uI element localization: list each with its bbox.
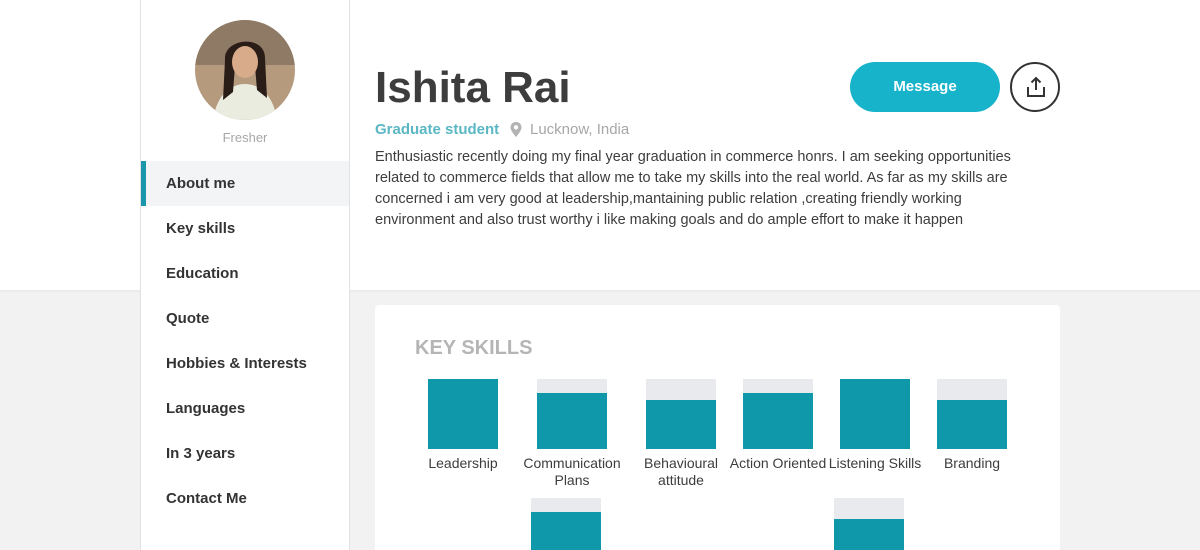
skill-bar-track [537, 379, 607, 449]
share-button[interactable] [1010, 62, 1060, 112]
sidebar: Fresher About me Key skills Education Qu… [140, 0, 350, 550]
message-button[interactable]: Message [850, 62, 1000, 112]
skill-bar-track [834, 498, 904, 550]
skill-bar-track [531, 498, 601, 550]
location-pin-icon [509, 121, 523, 143]
skill-bar-fill [531, 512, 601, 550]
skill-label: Behavioural attitude [644, 455, 718, 488]
avatar [195, 20, 295, 120]
share-upload-icon [1027, 76, 1045, 97]
key-skills-card: KEY SKILLS Leadership Communication Plan… [375, 305, 1060, 550]
skill-bar-fill [537, 393, 607, 449]
skill-label: Leadership [428, 455, 498, 471]
skill-bar-fill [743, 393, 813, 449]
skill-bar-track [646, 379, 716, 449]
profile-bio: Enthusiastic recently doing my final yea… [375, 149, 1011, 228]
skill-bar-fill [428, 379, 498, 449]
skill-bar-track [743, 379, 813, 449]
skill-label: Listening Skills [828, 455, 922, 471]
skill-bar-fill [937, 400, 1007, 449]
skill-bar-track [840, 379, 910, 449]
skill-bar-fill [840, 379, 910, 449]
sidebar-item-about-me[interactable]: About me [141, 161, 349, 206]
sidebar-item-education[interactable]: Education [141, 251, 349, 296]
key-skills-title: KEY SKILLS [415, 337, 533, 359]
skill-label: Branding [943, 455, 1001, 471]
skill-bar-fill [834, 519, 904, 550]
sidebar-item-hobbies[interactable]: Hobbies & Interests [141, 341, 349, 386]
skill-label: Communication Plans [523, 455, 621, 488]
sidebar-item-in-3-years[interactable]: In 3 years [141, 431, 349, 476]
sidebar-item-key-skills[interactable]: Key skills [141, 206, 349, 251]
profile-name: Ishita Rai [375, 63, 571, 112]
sidebar-item-languages[interactable]: Languages [141, 386, 349, 431]
skill-bar-fill [646, 400, 716, 449]
skill-bar-track [937, 379, 1007, 449]
skill-bar-track [428, 379, 498, 449]
status-label: Fresher [222, 130, 268, 145]
skill-label: Action Oriented [729, 455, 827, 471]
profile-location: Lucknow, India [530, 121, 630, 138]
sidebar-item-quote[interactable]: Quote [141, 296, 349, 341]
sidebar-nav: About me Key skills Education Quote Hobb… [141, 161, 349, 521]
sidebar-item-contact-me[interactable]: Contact Me [141, 476, 349, 521]
profile-role: Graduate student [375, 121, 500, 138]
